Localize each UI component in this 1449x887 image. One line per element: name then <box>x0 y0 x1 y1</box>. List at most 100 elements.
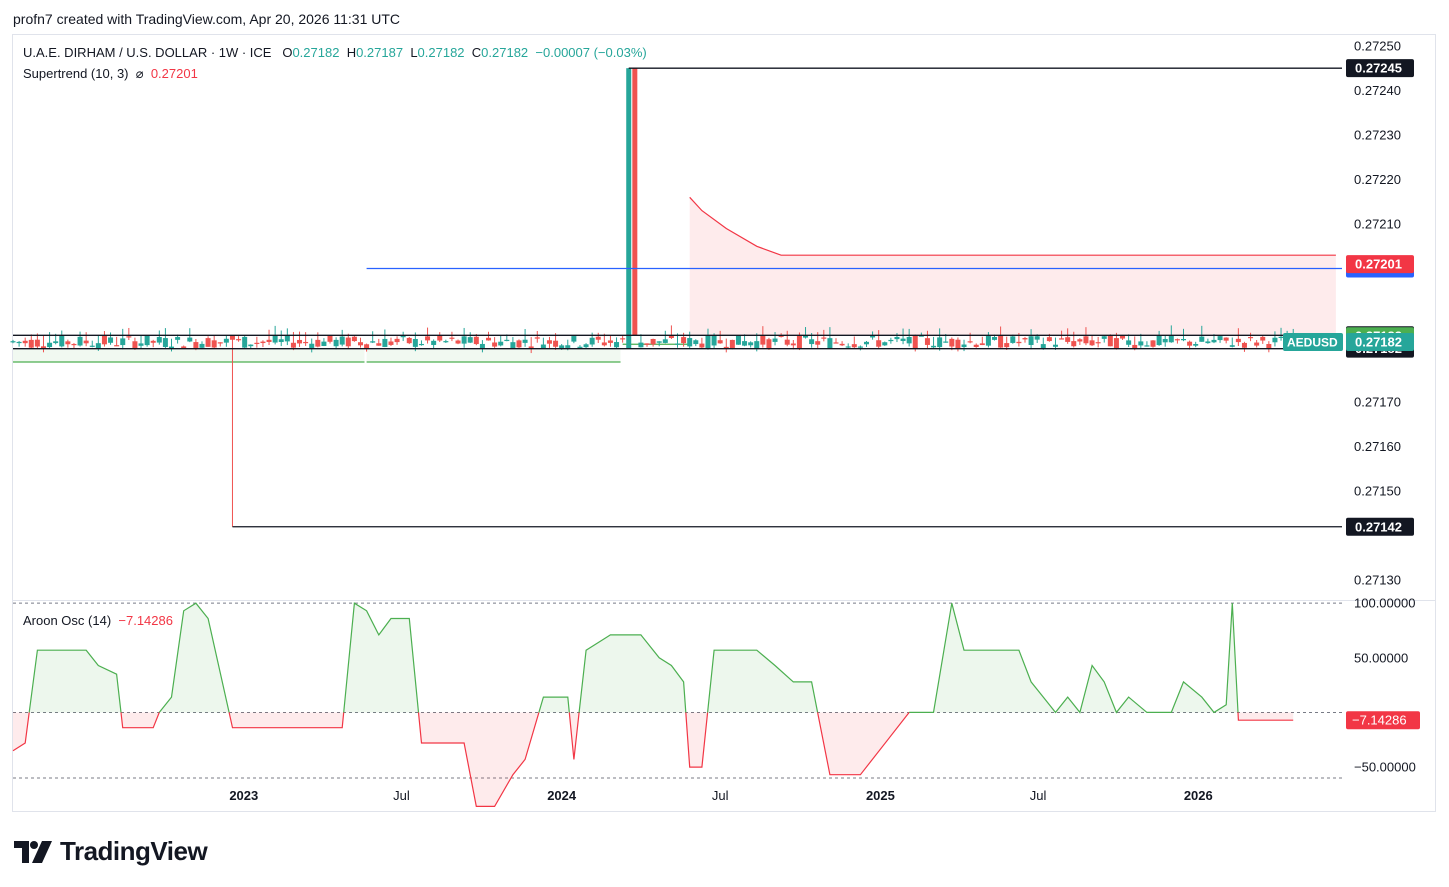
candle-body <box>662 339 668 343</box>
candle-body <box>315 339 321 347</box>
candle-body <box>717 340 723 344</box>
candle-body <box>1174 339 1180 341</box>
supertrend-legend[interactable]: Supertrend (10, 3) ⌀ 0.27201 <box>23 66 198 82</box>
candle-body <box>894 337 900 340</box>
candle-body <box>272 335 278 343</box>
candle-body <box>748 342 754 346</box>
open-value: 0.27182 <box>292 45 340 60</box>
candle-body <box>729 339 735 349</box>
candle-body <box>638 342 644 348</box>
candle-body <box>510 342 516 349</box>
supertrend-down-fill <box>689 197 1336 336</box>
candle-body <box>71 343 77 346</box>
candle-body <box>754 341 760 349</box>
low-value: 0.27182 <box>417 45 465 60</box>
time-axis-tick: Jul <box>712 788 729 803</box>
price-axis-tick: 0.27170 <box>1354 395 1401 410</box>
candle-body <box>595 336 601 340</box>
candle-body <box>1034 336 1040 340</box>
candle-body <box>333 339 339 347</box>
candle-body <box>644 343 650 345</box>
candle-body <box>876 340 882 347</box>
candle-body <box>236 339 242 341</box>
candle-body <box>486 337 492 341</box>
candle-body <box>144 335 150 346</box>
candle-body <box>961 344 967 348</box>
candle-body <box>217 342 223 344</box>
candle-body <box>181 346 187 349</box>
candle-body <box>687 338 693 347</box>
close-value: 0.27182 <box>481 45 529 60</box>
candle-body <box>1065 337 1071 342</box>
candle-body <box>1162 338 1168 343</box>
candle-body <box>120 338 126 346</box>
candle-body <box>95 343 101 349</box>
candle-body <box>620 338 626 340</box>
candle-body <box>943 341 949 343</box>
candle-body <box>589 337 595 345</box>
candle-body <box>1016 341 1022 344</box>
candle-body <box>16 341 22 344</box>
candle-body <box>790 343 796 346</box>
candle-body <box>205 338 211 347</box>
candle-body <box>364 344 370 349</box>
time-axis-tick: Jul <box>1030 788 1047 803</box>
candle-body <box>114 345 120 347</box>
supertrend-symbol: ⌀ <box>135 66 144 81</box>
candle-body <box>303 341 309 344</box>
candle-body <box>1241 342 1247 348</box>
candle-body <box>108 337 114 343</box>
candle-body <box>863 341 869 345</box>
candle-body <box>1272 337 1278 343</box>
candle-body <box>607 340 613 343</box>
high-label: H <box>346 45 357 60</box>
candle-body <box>675 343 680 345</box>
candle-body <box>888 339 894 342</box>
symbol-tag: AEDUSD <box>1287 335 1338 349</box>
aroon-axis-tick: 100.00000 <box>1354 596 1415 611</box>
chart-canvas[interactable]: 0.27250 0.27240 0.27230 0.27220 0.27210 0.271… <box>0 0 1449 887</box>
candle-body <box>1193 343 1199 346</box>
candle-body <box>815 341 821 345</box>
aroon-fill <box>29 650 122 713</box>
supertrend-down-line <box>689 196 1336 256</box>
candle-body <box>406 337 412 344</box>
candle-body <box>583 344 589 348</box>
aroon-fill <box>817 712 910 775</box>
candle-body <box>967 341 973 343</box>
tradingview-logo-icon <box>14 840 52 863</box>
candle-body <box>77 336 83 346</box>
supertrend-up-fill <box>366 348 621 363</box>
candle-body <box>924 338 930 345</box>
candle-body <box>327 335 333 342</box>
candle-body <box>89 345 95 347</box>
candle-body <box>28 339 34 348</box>
candle-body <box>1040 344 1046 349</box>
candle-body <box>47 342 53 348</box>
candle-body <box>632 68 638 336</box>
candle-body <box>83 340 89 344</box>
candle-body <box>1266 344 1272 349</box>
candle-body <box>1126 340 1132 345</box>
candle-body <box>193 342 199 348</box>
tradingview-logo[interactable]: TradingView <box>14 836 208 867</box>
candle-body <box>504 339 510 342</box>
candle-body <box>1235 338 1241 343</box>
candle-body <box>540 344 546 349</box>
candle-body <box>229 335 235 340</box>
candle-body <box>357 342 363 346</box>
candle-body <box>1180 339 1186 341</box>
candle-body <box>412 338 418 347</box>
aroon-legend[interactable]: Aroon Osc (14) −7.14286 <box>23 613 173 628</box>
candle-body <box>857 346 863 348</box>
aroon-label: Aroon Osc (14) <box>23 613 112 628</box>
candle-body <box>955 339 961 349</box>
candle-body <box>998 335 1004 348</box>
candle-body <box>431 340 437 345</box>
candle-body <box>1113 338 1119 349</box>
symbol-legend[interactable]: U.A.E. DIRHAM / U.S. DOLLAR · 1W · ICE O… <box>23 45 647 60</box>
candle-body <box>693 340 699 345</box>
candle-body <box>1089 340 1095 346</box>
candle-body <box>455 340 461 344</box>
candle-body <box>534 337 540 339</box>
